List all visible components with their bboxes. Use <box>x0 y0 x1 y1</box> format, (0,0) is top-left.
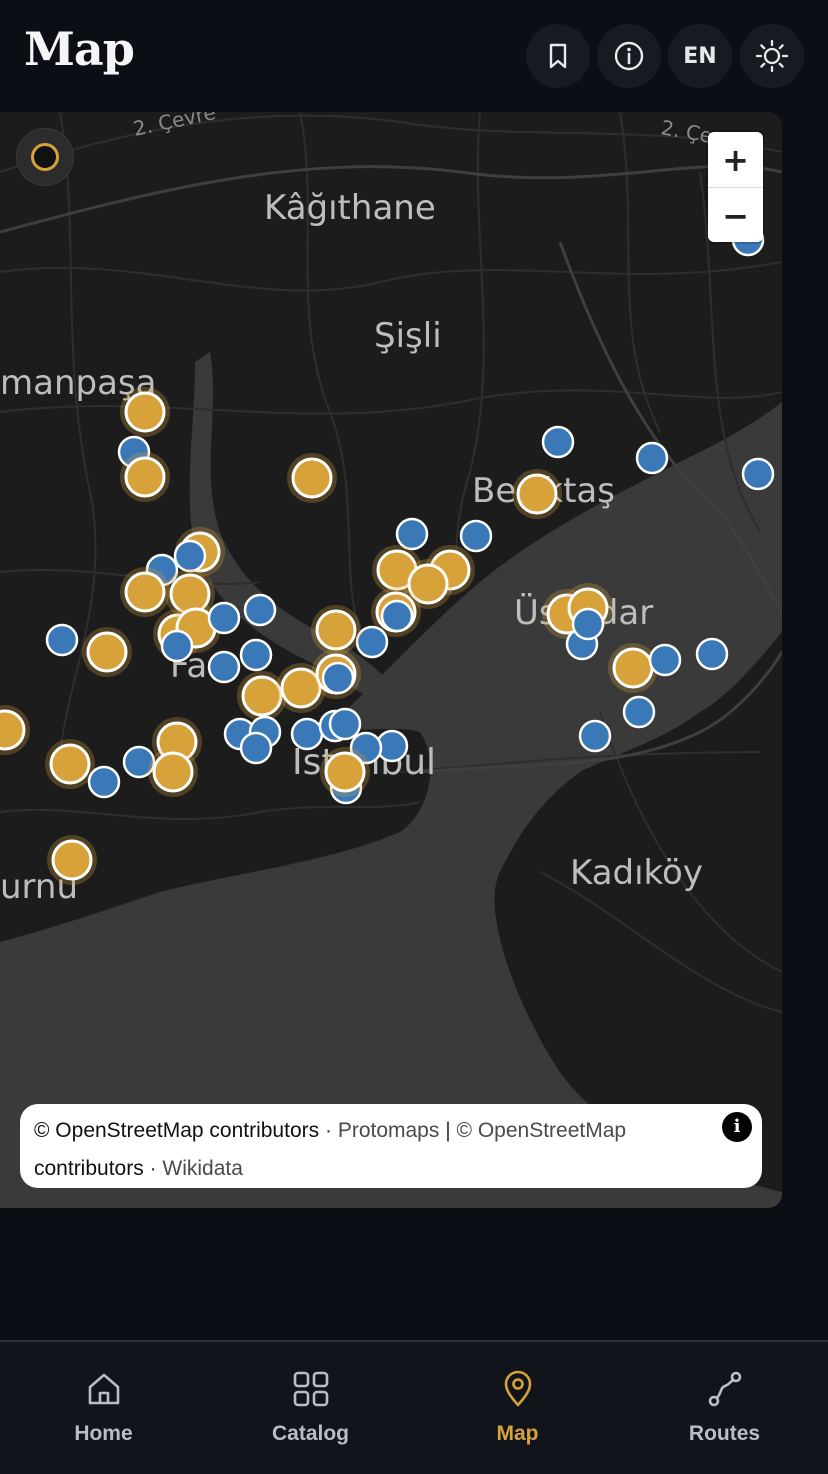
map-marker-blue[interactable] <box>741 457 775 491</box>
attribution-text: contributors <box>209 1119 320 1142</box>
locate-me-button[interactable] <box>16 128 74 186</box>
nav-item-home[interactable]: Home <box>0 1342 207 1474</box>
theme-toggle-button[interactable] <box>740 24 804 88</box>
place-label-kadikoy: Kadıköy <box>570 853 703 893</box>
place-label-kagithane: Kâğıthane <box>264 188 436 228</box>
map-marker-gold[interactable] <box>124 571 166 613</box>
info-button[interactable] <box>597 24 661 88</box>
map-marker-blue[interactable] <box>45 623 79 657</box>
map-marker-blue[interactable] <box>207 601 241 635</box>
map-marker-blue[interactable] <box>239 731 273 765</box>
sun-icon <box>755 39 789 73</box>
attribution-osm-link-2[interactable]: © OpenStreetMap <box>457 1119 627 1142</box>
map-marker-gold[interactable] <box>0 709 26 751</box>
map-marker-blue[interactable] <box>635 441 669 475</box>
attribution-sep: · <box>149 1157 157 1180</box>
map-marker-blue[interactable] <box>541 425 575 459</box>
map-marker-blue[interactable] <box>328 707 362 741</box>
map-pin-icon <box>504 1370 532 1407</box>
bottom-nav: Home Catalog Map Routes <box>0 1340 828 1474</box>
zoom-control: + − <box>708 132 763 242</box>
attribution-text-2: contributors <box>34 1157 144 1180</box>
map-view[interactable]: 2. Çevre 2. Çe Kâğıthane Şişli manpaşa B… <box>0 112 782 1208</box>
map-marker-gold[interactable] <box>124 391 166 433</box>
map-marker-blue[interactable] <box>355 625 389 659</box>
nav-label-catalog: Catalog <box>271 1422 349 1445</box>
attribution-osm-link[interactable]: © OpenStreetMap <box>34 1119 204 1142</box>
map-marker-gold[interactable] <box>241 675 283 717</box>
map-marker-gold[interactable] <box>51 839 93 881</box>
map-attribution: © OpenStreetMap contributors · Protomaps… <box>20 1104 762 1188</box>
map-marker-blue[interactable] <box>321 661 355 695</box>
map-marker-gold[interactable] <box>324 751 366 793</box>
map-canvas[interactable]: 2. Çevre 2. Çe Kâğıthane Şişli manpaşa B… <box>0 112 782 1208</box>
map-marker-gold[interactable] <box>516 473 558 515</box>
map-marker-blue[interactable] <box>290 717 324 751</box>
map-marker-blue[interactable] <box>239 638 273 672</box>
attribution-protomaps-link[interactable]: Protomaps <box>338 1119 440 1142</box>
map-marker-blue[interactable] <box>695 637 729 671</box>
map-marker-blue[interactable] <box>648 643 682 677</box>
grid-icon <box>293 1371 329 1407</box>
nav-item-routes[interactable]: Routes <box>621 1342 828 1474</box>
map-marker-gold[interactable] <box>152 751 194 793</box>
map-marker-blue[interactable] <box>243 593 277 627</box>
language-label: EN <box>683 43 717 69</box>
app-header: Map EN <box>0 0 828 110</box>
location-icon <box>31 143 59 171</box>
route-icon <box>708 1371 742 1407</box>
map-marker-gold[interactable] <box>49 743 91 785</box>
map-marker-blue[interactable] <box>622 695 656 729</box>
map-marker-gold[interactable] <box>612 647 654 689</box>
page-title: Map <box>24 22 135 76</box>
map-marker-blue[interactable] <box>173 539 207 573</box>
language-button[interactable]: EN <box>668 24 732 88</box>
map-marker-blue[interactable] <box>459 519 493 553</box>
map-marker-gold[interactable] <box>124 456 166 498</box>
map-marker-blue[interactable] <box>87 765 121 799</box>
attribution-info-button[interactable]: i <box>722 1112 752 1142</box>
attribution-sep: | <box>445 1119 451 1142</box>
nav-label-map: Map <box>496 1422 539 1445</box>
info-icon <box>614 41 644 71</box>
attribution-wikidata-link[interactable]: Wikidata <box>162 1157 243 1180</box>
map-marker-gold[interactable] <box>291 457 333 499</box>
map-marker-blue[interactable] <box>380 599 414 633</box>
place-label-sisli: Şişli <box>374 316 442 356</box>
nav-label-home: Home <box>74 1422 133 1445</box>
zoom-in-button[interactable]: + <box>708 132 763 187</box>
map-marker-blue[interactable] <box>571 607 605 641</box>
zoom-out-button[interactable]: − <box>708 188 763 242</box>
map-marker-blue[interactable] <box>395 517 429 551</box>
attribution-sep: · <box>324 1119 332 1142</box>
nav-item-catalog[interactable]: Catalog <box>207 1342 414 1474</box>
map-marker-gold[interactable] <box>315 609 357 651</box>
bookmarks-button[interactable] <box>526 24 590 88</box>
map-marker-gold[interactable] <box>86 631 128 673</box>
map-marker-blue[interactable] <box>207 650 241 684</box>
nav-label-routes: Routes <box>688 1422 761 1445</box>
map-marker-blue[interactable] <box>160 629 194 663</box>
bookmark-icon <box>549 43 567 69</box>
home-icon <box>88 1373 120 1405</box>
map-marker-blue[interactable] <box>578 719 612 753</box>
nav-item-map[interactable]: Map <box>414 1342 621 1474</box>
